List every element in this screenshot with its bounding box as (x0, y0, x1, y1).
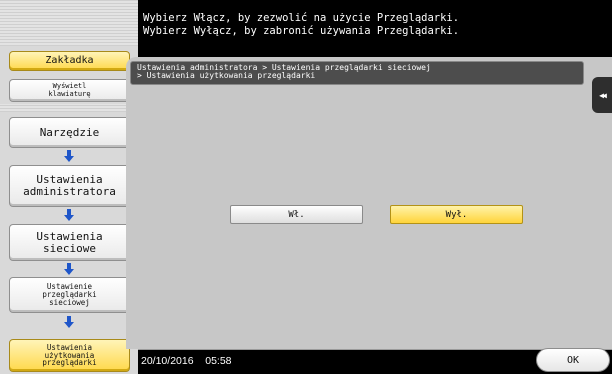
arrow-down-icon (64, 150, 74, 162)
sidebar-item-browser-usage-settings[interactable]: Ustawienia użytkowania przeglądarki (9, 339, 130, 372)
on-button[interactable]: Wł. (230, 205, 363, 224)
sidebar-item-tools[interactable]: Narzędzie (9, 117, 130, 148)
sidebar-pattern-mid (0, 104, 138, 112)
date-time: 20/10/2016 05:58 (141, 355, 232, 367)
show-keyboard-button[interactable]: Wyświetl klawiaturę (9, 79, 130, 102)
instruction-message: Wybierz Włącz, by zezwolić na użycie Prz… (138, 0, 612, 57)
breadcrumb-line-2: > Ustawienia użytkowania przeglądarki (137, 71, 316, 80)
double-chevron-left-icon: ◀◀ (599, 90, 607, 100)
instruction-line-1: Wybierz Włącz, by zezwolić na użycie Prz… (143, 12, 460, 24)
ok-button[interactable]: OK (536, 348, 610, 372)
time-text: 05:58 (205, 355, 232, 367)
sidebar-item-web-browser-setting[interactable]: Ustawienie przeglądarki sieciowej (9, 277, 130, 313)
bookmark-button[interactable]: Zakładka (9, 51, 130, 71)
sidebar-item-network-settings[interactable]: Ustawienia sieciowe (9, 224, 130, 261)
settings-panel (126, 57, 612, 349)
breadcrumb: Ustawienia administratora > Ustawienia p… (130, 61, 584, 85)
date-text: 20/10/2016 (141, 355, 194, 367)
collapse-panel-button[interactable]: ◀◀ (592, 77, 612, 113)
arrow-down-icon (64, 316, 74, 328)
off-button[interactable]: Wył. (390, 205, 523, 224)
arrow-down-icon (64, 209, 74, 221)
instruction-line-2: Wybierz Wyłącz, by zabronić używania Prz… (143, 25, 460, 37)
sidebar-item-admin-settings[interactable]: Ustawienia administratora (9, 165, 130, 207)
sidebar-pattern-top (0, 0, 138, 46)
sidebar: Zakładka Wyświetl klawiaturę Narzędzie U… (0, 0, 138, 374)
arrow-down-icon (64, 263, 74, 275)
